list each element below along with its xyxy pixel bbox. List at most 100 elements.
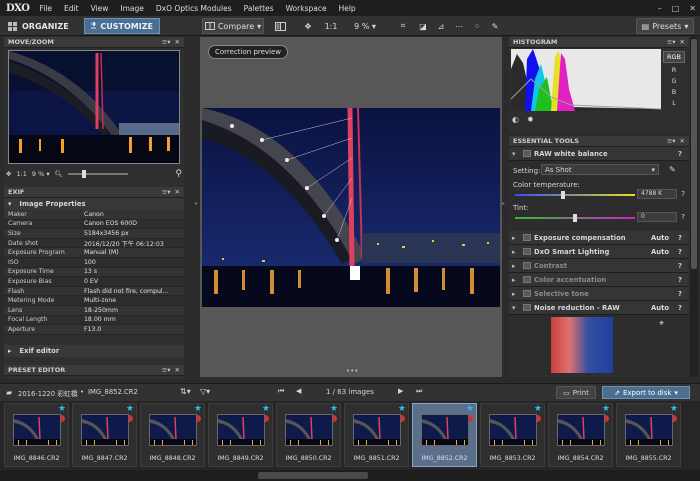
local-adjust-icon[interactable]: ⋯ bbox=[452, 18, 466, 34]
help-icon[interactable]: ? bbox=[678, 248, 686, 256]
channel-g[interactable]: G bbox=[671, 77, 676, 85]
tint-field[interactable]: 0 bbox=[637, 212, 677, 222]
split-view-icon[interactable] bbox=[272, 18, 288, 34]
color-temp-field[interactable]: 4788 K bbox=[637, 189, 677, 199]
channel-b[interactable]: B bbox=[672, 88, 676, 96]
ratio-1-1-button[interactable]: 1:1 bbox=[16, 170, 26, 178]
maximize-button[interactable]: □ bbox=[672, 4, 680, 13]
presets-button[interactable]: ▤ Presets ▾ bbox=[636, 18, 694, 34]
filmstrip-scrollbar[interactable] bbox=[0, 470, 700, 481]
close-icon[interactable]: ✕ bbox=[680, 137, 685, 145]
help-icon[interactable]: ? bbox=[678, 262, 686, 270]
star-icon[interactable]: ★ bbox=[534, 404, 542, 414]
tool-enable-toggle[interactable] bbox=[523, 150, 531, 157]
zoom-1-1-button[interactable]: 1:1 bbox=[322, 18, 340, 34]
right-collapse-handle[interactable]: ▸ bbox=[502, 200, 505, 207]
channel-l[interactable]: L bbox=[672, 99, 676, 107]
tool-row[interactable]: ▸ Selective tone? bbox=[509, 287, 689, 301]
filmstrip-scroll-thumb[interactable] bbox=[258, 472, 368, 479]
channel-rgb[interactable]: RGB bbox=[663, 51, 686, 63]
tool-row[interactable]: ▸ DxO Smart Lighting Auto? bbox=[509, 245, 689, 259]
reset-icon[interactable]: ? bbox=[681, 213, 685, 221]
star-icon[interactable]: ★ bbox=[330, 404, 338, 414]
shadow-clipping-icon[interactable]: ◐ bbox=[512, 115, 519, 124]
help-icon[interactable]: ? bbox=[678, 276, 686, 284]
folder-name[interactable]: 2016-1220 彩虹橋 bbox=[18, 388, 78, 398]
exif-editor-header[interactable]: ▸ Exif editor bbox=[4, 345, 184, 357]
left-collapse-handle[interactable]: ◂ bbox=[194, 200, 197, 207]
tool-enable-toggle[interactable] bbox=[523, 248, 531, 255]
thumbnail[interactable]: ★ IMG_8851.CR2 bbox=[344, 403, 409, 467]
star-icon[interactable]: ★ bbox=[466, 404, 474, 414]
help-icon[interactable]: ? bbox=[678, 290, 686, 298]
image-viewer[interactable]: Correction preview ••• bbox=[200, 37, 502, 377]
right-panel-scrollbar[interactable] bbox=[690, 37, 698, 377]
repair-brush-icon[interactable]: ⁘ bbox=[470, 18, 484, 34]
tool-raw-white-balance[interactable]: ▾ RAW white balance ? bbox=[509, 147, 689, 161]
tint-slider[interactable] bbox=[515, 214, 635, 222]
previous-image-icon[interactable]: ◀ bbox=[296, 387, 301, 395]
star-icon[interactable]: ★ bbox=[262, 404, 270, 414]
tool-row[interactable]: ▸ Contrast? bbox=[509, 259, 689, 273]
navigator-thumbnail[interactable] bbox=[8, 50, 180, 164]
panel-menu-icon[interactable]: ≡▾ bbox=[667, 38, 676, 46]
tool-enable-toggle[interactable] bbox=[523, 304, 531, 311]
last-image-icon[interactable]: ⏭ bbox=[416, 387, 422, 396]
setting-select[interactable]: As Shot ▾ bbox=[541, 164, 659, 175]
star-icon[interactable]: ★ bbox=[194, 404, 202, 414]
compare-button[interactable]: Compare ▾ bbox=[202, 18, 264, 34]
menu-file[interactable]: File bbox=[33, 4, 58, 13]
thumbnail[interactable]: ★ IMG_8855.CR2 bbox=[616, 403, 681, 467]
panel-menu-icon[interactable]: ≡▾ bbox=[667, 137, 676, 145]
close-icon[interactable]: ✕ bbox=[175, 366, 180, 374]
crosshair-icon[interactable]: ⌖ bbox=[659, 319, 664, 329]
horizon-icon[interactable]: ⊿ bbox=[434, 18, 448, 34]
menu-image[interactable]: Image bbox=[114, 4, 150, 13]
tool-enable-toggle[interactable] bbox=[523, 290, 531, 297]
eraser-icon[interactable]: ◪ bbox=[416, 18, 430, 34]
tool-row[interactable]: ▸ Color accentuation? bbox=[509, 273, 689, 287]
tool-row[interactable]: ▸ Exposure compensation Auto? bbox=[509, 231, 689, 245]
menu-workspace[interactable]: Workspace bbox=[280, 4, 333, 13]
menu-help[interactable]: Help bbox=[333, 4, 362, 13]
filter-icon[interactable]: ▽▾ bbox=[200, 387, 210, 396]
close-icon[interactable]: ✕ bbox=[680, 38, 685, 46]
bottom-panel-handle[interactable]: ••• bbox=[346, 367, 358, 375]
thumbnail[interactable]: ★ IMG_8849.CR2 bbox=[208, 403, 273, 467]
thumbnail[interactable]: ★ IMG_8846.CR2 bbox=[4, 403, 69, 467]
help-icon[interactable]: ? bbox=[678, 304, 686, 312]
tool-enable-toggle[interactable] bbox=[523, 234, 531, 241]
zoom-slider[interactable] bbox=[67, 170, 128, 178]
panel-menu-icon[interactable]: ≡▾ bbox=[162, 38, 171, 46]
star-icon[interactable]: ★ bbox=[398, 404, 406, 414]
panel-menu-icon[interactable]: ≡▾ bbox=[162, 188, 171, 196]
star-icon[interactable]: ★ bbox=[602, 404, 610, 414]
image-properties-header[interactable]: ▾ Image Properties bbox=[4, 198, 184, 210]
thumbnail[interactable]: ★ IMG_8854.CR2 bbox=[548, 403, 613, 467]
color-temp-slider[interactable] bbox=[515, 191, 635, 199]
thumbnail[interactable]: ★ IMG_8847.CR2 bbox=[72, 403, 137, 467]
thumbnail[interactable]: ★ IMG_8850.CR2 bbox=[276, 403, 341, 467]
close-window-button[interactable]: ✕ bbox=[689, 4, 696, 13]
tool-row[interactable]: ▾ Noise reduction - RAW Auto? bbox=[509, 301, 689, 315]
tab-organize[interactable]: ORGANIZE bbox=[2, 18, 75, 34]
help-icon[interactable]: ? bbox=[678, 234, 686, 242]
channel-r[interactable]: R bbox=[672, 66, 677, 74]
menu-view[interactable]: View bbox=[85, 4, 115, 13]
thumbnail[interactable]: ★ IMG_8853.CR2 bbox=[480, 403, 545, 467]
crop-icon[interactable]: ⌗ bbox=[396, 18, 410, 34]
zoom-in-icon[interactable]: ⚲ bbox=[175, 169, 182, 179]
zoom-select[interactable]: 9 % ▾ bbox=[32, 170, 50, 178]
star-icon[interactable]: ★ bbox=[670, 404, 678, 414]
panel-menu-icon[interactable]: ≡▾ bbox=[162, 366, 171, 374]
eyedropper-icon[interactable]: ✎ bbox=[669, 165, 676, 174]
highlight-clipping-icon[interactable]: ✹ bbox=[527, 115, 534, 124]
menu-palettes[interactable]: Palettes bbox=[238, 4, 280, 13]
close-icon[interactable]: ✕ bbox=[175, 38, 180, 46]
print-button[interactable]: ▭ Print bbox=[556, 386, 596, 399]
tool-enable-toggle[interactable] bbox=[523, 276, 531, 283]
noise-preview-thumbnail[interactable] bbox=[551, 317, 613, 373]
close-icon[interactable]: ✕ bbox=[175, 188, 180, 196]
help-icon[interactable]: ? bbox=[678, 150, 686, 158]
sort-icon[interactable]: ⇅▾ bbox=[180, 387, 191, 396]
